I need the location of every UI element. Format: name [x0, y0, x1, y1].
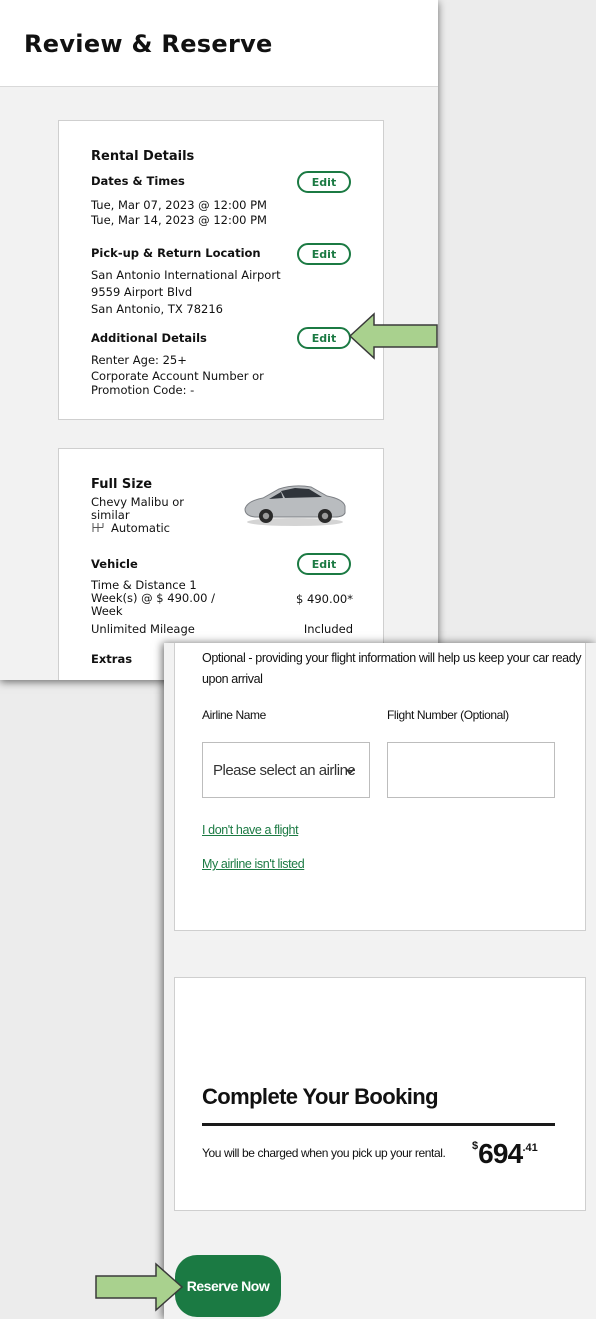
edit-additional-button[interactable]: Edit [297, 327, 351, 349]
flight-info-card: Optional - providing your flight informa… [174, 643, 586, 931]
transmission-icon [92, 523, 104, 532]
booking-panel: Optional - providing your flight informa… [164, 643, 596, 1319]
mileage-value: Included [303, 622, 353, 636]
renter-age: Renter Age: 25+ [91, 353, 187, 367]
total-currency: $ [472, 1140, 479, 1152]
airline-select-value: Please select an airline [213, 761, 356, 779]
total-cents: .41 [522, 1142, 538, 1154]
vehicle-heading: Vehicle [91, 557, 138, 571]
transmission-label: Automatic [111, 521, 170, 535]
callout-arrow [95, 1262, 184, 1312]
flight-number-input[interactable] [387, 742, 555, 798]
rate-line-3: Week [91, 604, 123, 618]
edit-dates-button[interactable]: Edit [297, 171, 351, 193]
transmission-row: Automatic [91, 521, 170, 536]
vehicle-class: Full Size [91, 477, 153, 492]
edit-location-button[interactable]: Edit [297, 243, 351, 265]
complete-booking-card: Complete Your Booking You will be charge… [174, 977, 586, 1211]
mileage-label: Unlimited Mileage [91, 622, 195, 636]
callout-arrow [348, 312, 438, 360]
pickup-datetime: Tue, Mar 07, 2023 @ 12:00 PM [91, 198, 267, 212]
location-name: San Antonio International Airport [91, 268, 281, 282]
flight-number-label: Flight Number (Optional) [387, 708, 509, 722]
car-image [244, 485, 346, 526]
airline-not-listed-link[interactable]: My airline isn't listed [202, 857, 305, 871]
chevron-down-icon [345, 768, 355, 775]
rate-amount: $ 490.00* [296, 592, 353, 606]
return-datetime: Tue, Mar 14, 2023 @ 12:00 PM [91, 213, 267, 227]
promo-line-1: Corporate Account Number or [91, 369, 264, 383]
no-flight-link[interactable]: I don't have a flight [202, 823, 299, 837]
charge-note: You will be charged when you pick up you… [202, 1146, 446, 1160]
additional-details-heading: Additional Details [91, 331, 207, 345]
rental-details-card: Rental Details Dates & Times Edit Tue, M… [58, 120, 384, 420]
airline-select[interactable]: Please select an airline [202, 742, 370, 798]
page-header: Review & Reserve [0, 0, 438, 87]
complete-booking-title: Complete Your Booking [202, 1084, 439, 1109]
rental-details-heading: Rental Details [91, 149, 195, 164]
total-amount: 694 [478, 1138, 523, 1169]
flight-note: Optional - providing your flight informa… [202, 651, 582, 686]
title-divider [202, 1123, 555, 1126]
location-heading: Pick-up & Return Location [91, 246, 261, 260]
edit-vehicle-button[interactable]: Edit [297, 553, 351, 575]
page-title: Review & Reserve [24, 30, 273, 58]
address-line: 9559 Airport Blvd [91, 285, 193, 299]
extras-heading: Extras [91, 652, 133, 666]
total-price: $694.41 [472, 1138, 538, 1170]
reserve-now-button[interactable]: Reserve Now [175, 1255, 281, 1317]
airline-label: Airline Name [202, 708, 266, 722]
city-line: San Antonio, TX 78216 [91, 302, 223, 316]
dates-times-heading: Dates & Times [91, 174, 185, 188]
promo-line-2: Promotion Code: - [91, 383, 195, 397]
